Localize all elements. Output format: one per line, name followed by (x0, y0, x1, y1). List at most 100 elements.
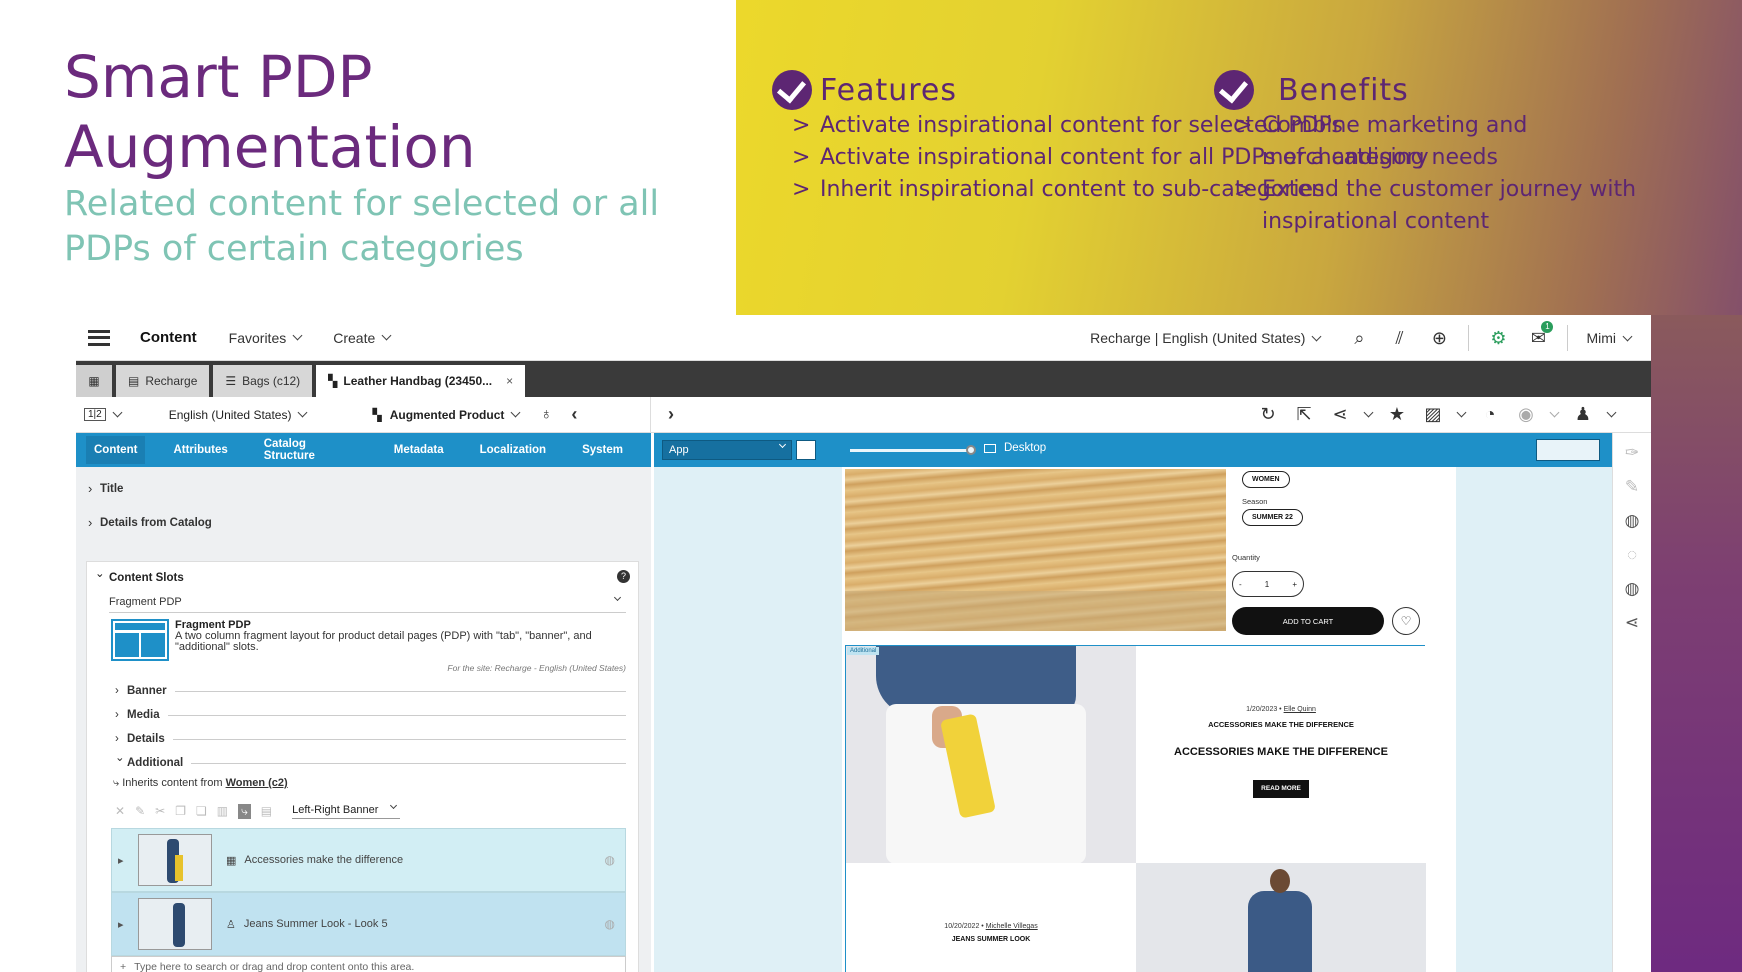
paste-icon[interactable]: ❏ (196, 804, 207, 818)
layout-select[interactable]: Fragment PDP (109, 593, 626, 613)
create-menu[interactable]: Create (333, 330, 392, 346)
time-icon[interactable]: ◔ (1479, 404, 1501, 426)
lock-icon[interactable]: ▤ (261, 804, 272, 818)
chevron-down-icon[interactable] (1549, 407, 1560, 418)
inherit-toggle-icon[interactable]: ⤷ (238, 803, 251, 819)
notifications-icon[interactable]: ✉ 1 (1527, 321, 1554, 349)
slot-details[interactable]: Details (115, 727, 626, 751)
window-icon[interactable] (796, 440, 816, 460)
expand-icon[interactable]: ▸ (118, 854, 130, 867)
product-type-select[interactable]: ▚ Augmented Product (372, 408, 521, 422)
dashboard-tab[interactable]: ▦ (76, 365, 112, 397)
cut-icon[interactable]: ✂ (155, 804, 165, 818)
hamburger-icon[interactable] (88, 329, 110, 346)
chevron-down-icon[interactable] (1363, 407, 1374, 418)
star-icon[interactable]: ★ (1386, 404, 1408, 426)
locale-select[interactable]: English (United States) (169, 408, 308, 422)
help-icon[interactable]: ? (617, 570, 630, 583)
chevron-down-icon (390, 801, 398, 809)
section-details-catalog[interactable]: Details from Catalog (76, 507, 651, 539)
lightbulb-icon[interactable]: ♁ (535, 404, 557, 426)
section-content-slots[interactable]: Content Slots (87, 562, 638, 590)
chip-season[interactable]: SUMMER 22 (1242, 509, 1303, 526)
user-settings-icon[interactable]: ♟ (1572, 404, 1594, 426)
workflow-icon[interactable]: ⚙ (1487, 327, 1509, 349)
copy-icon[interactable]: ❐ (175, 804, 186, 818)
tab-label: Leather Handbag (23450... (343, 374, 493, 388)
arrow-right-icon[interactable]: › (660, 404, 682, 426)
pen-icon[interactable]: ✑ (1625, 443, 1639, 463)
arrow-left-icon[interactable]: ‹ (563, 404, 585, 426)
chip-women[interactable]: WOMEN (1242, 471, 1290, 488)
item-title: Jeans Summer Look - Look 5 (243, 918, 388, 930)
image-icon[interactable]: ▨ (1422, 404, 1444, 426)
plus-icon[interactable]: + (1292, 580, 1297, 589)
slot-banner[interactable]: Banner (115, 679, 626, 703)
share-icon[interactable]: ⋖ (1329, 404, 1351, 426)
top-bar-right: Recharge | English (United States) ⌕ ⫽ ⊕… (1090, 315, 1633, 361)
quantity-stepper[interactable]: - 1 + (1232, 571, 1304, 597)
close-icon[interactable]: × (506, 374, 513, 388)
section-title[interactable]: Title (76, 473, 651, 505)
tab-attributes[interactable]: Attributes (165, 436, 235, 464)
article-kicker: ACCESSORIES MAKE THE DIFFERENCE (1208, 720, 1354, 729)
view-mode-switch[interactable] (1536, 439, 1600, 461)
tab-metadata[interactable]: Metadata (386, 436, 452, 464)
search-icon[interactable]: ⌕ (1348, 327, 1370, 349)
slot-label: Details (127, 733, 165, 745)
user-menu[interactable]: Mimi (1586, 330, 1633, 346)
globe-settings-icon[interactable]: ◍ (1625, 511, 1640, 531)
tab-recharge[interactable]: ▤ Recharge (116, 365, 210, 397)
app-select[interactable]: App (662, 440, 792, 460)
content-menu[interactable]: Content (140, 329, 197, 346)
add-to-cart-button[interactable]: ADD TO CART (1232, 607, 1384, 635)
slot-label: Media (127, 709, 160, 721)
device-label[interactable]: Desktop (984, 442, 1046, 454)
minus-icon[interactable]: - (1239, 580, 1242, 589)
share-icon[interactable]: ⋖ (1625, 613, 1639, 633)
open-external-icon[interactable]: ⇱ (1293, 404, 1315, 426)
inherits-link[interactable]: Women (c2) (226, 777, 288, 789)
heart-icon[interactable]: ♡ (1392, 607, 1420, 635)
list-item[interactable]: ▸ ♙ Jeans Summer Look - Look 5 ◍ (111, 892, 626, 956)
library-icon[interactable]: ⫽ (1388, 327, 1410, 349)
list-item[interactable]: ▸ ▦ Accessories make the difference ◍ (111, 828, 626, 892)
article-author[interactable]: Elle Quinn (1284, 706, 1316, 713)
slot-media[interactable]: Media (115, 703, 626, 727)
remove-icon[interactable]: ✕ (115, 804, 125, 818)
tab-catalog-structure[interactable]: Catalog Structure (256, 430, 366, 470)
editor-tabs: Content Attributes Catalog Structure Met… (76, 433, 651, 467)
tab-content[interactable]: Content (86, 436, 146, 464)
site-selector[interactable]: Recharge | English (United States) (1090, 330, 1322, 346)
tab-bags[interactable]: ☰ Bags (c12) (213, 365, 313, 397)
tab-system[interactable]: System (574, 436, 631, 464)
read-more-button[interactable]: READ MORE (1253, 780, 1309, 798)
drop-search-input[interactable]: + Type here to search or drag and drop co… (111, 956, 626, 972)
eye-icon[interactable]: ◉ (1515, 404, 1537, 426)
column-layout-select[interactable]: 1|2 (84, 407, 123, 421)
article-title: JEANS SUMMER LOOK (951, 936, 1031, 943)
edit-icon[interactable]: ✎ (1625, 477, 1639, 497)
zoom-slider[interactable] (850, 445, 976, 455)
edit-icon[interactable]: ✎ (135, 804, 145, 818)
article-date: 1/20/2023 • (1246, 706, 1282, 713)
article-date: 10/20/2022 • (944, 923, 984, 930)
chevron-down-icon[interactable] (1456, 407, 1467, 418)
favorites-menu[interactable]: Favorites (229, 330, 303, 346)
tab-localization[interactable]: Localization (472, 436, 554, 464)
paint-icon[interactable]: ▥ (217, 804, 228, 818)
divider (167, 714, 626, 716)
globe-sync-icon[interactable]: ◍ (1625, 579, 1640, 599)
tab-leather-handbag[interactable]: ▚ Leather Handbag (23450... × (316, 365, 526, 397)
globe-disabled-icon[interactable]: ◌ (1627, 545, 1637, 565)
slider-handle[interactable] (966, 445, 976, 455)
expand-icon[interactable]: ▸ (118, 918, 130, 931)
slot-additional[interactable]: Additional (115, 750, 626, 775)
preview-pane: App Desktop WOMEN Season SUMMER 22 Quant… (654, 433, 1612, 972)
reload-icon[interactable]: ↻ (1257, 404, 1279, 426)
banner-style-select[interactable]: Left-Right Banner (292, 801, 401, 819)
chevron-down-icon[interactable] (1606, 407, 1617, 418)
article-author[interactable]: Michelle Villegas (986, 923, 1038, 930)
fragment-info: Fragment PDP A two column fragment layou… (111, 619, 626, 661)
target-icon[interactable]: ⊕ (1428, 327, 1450, 349)
